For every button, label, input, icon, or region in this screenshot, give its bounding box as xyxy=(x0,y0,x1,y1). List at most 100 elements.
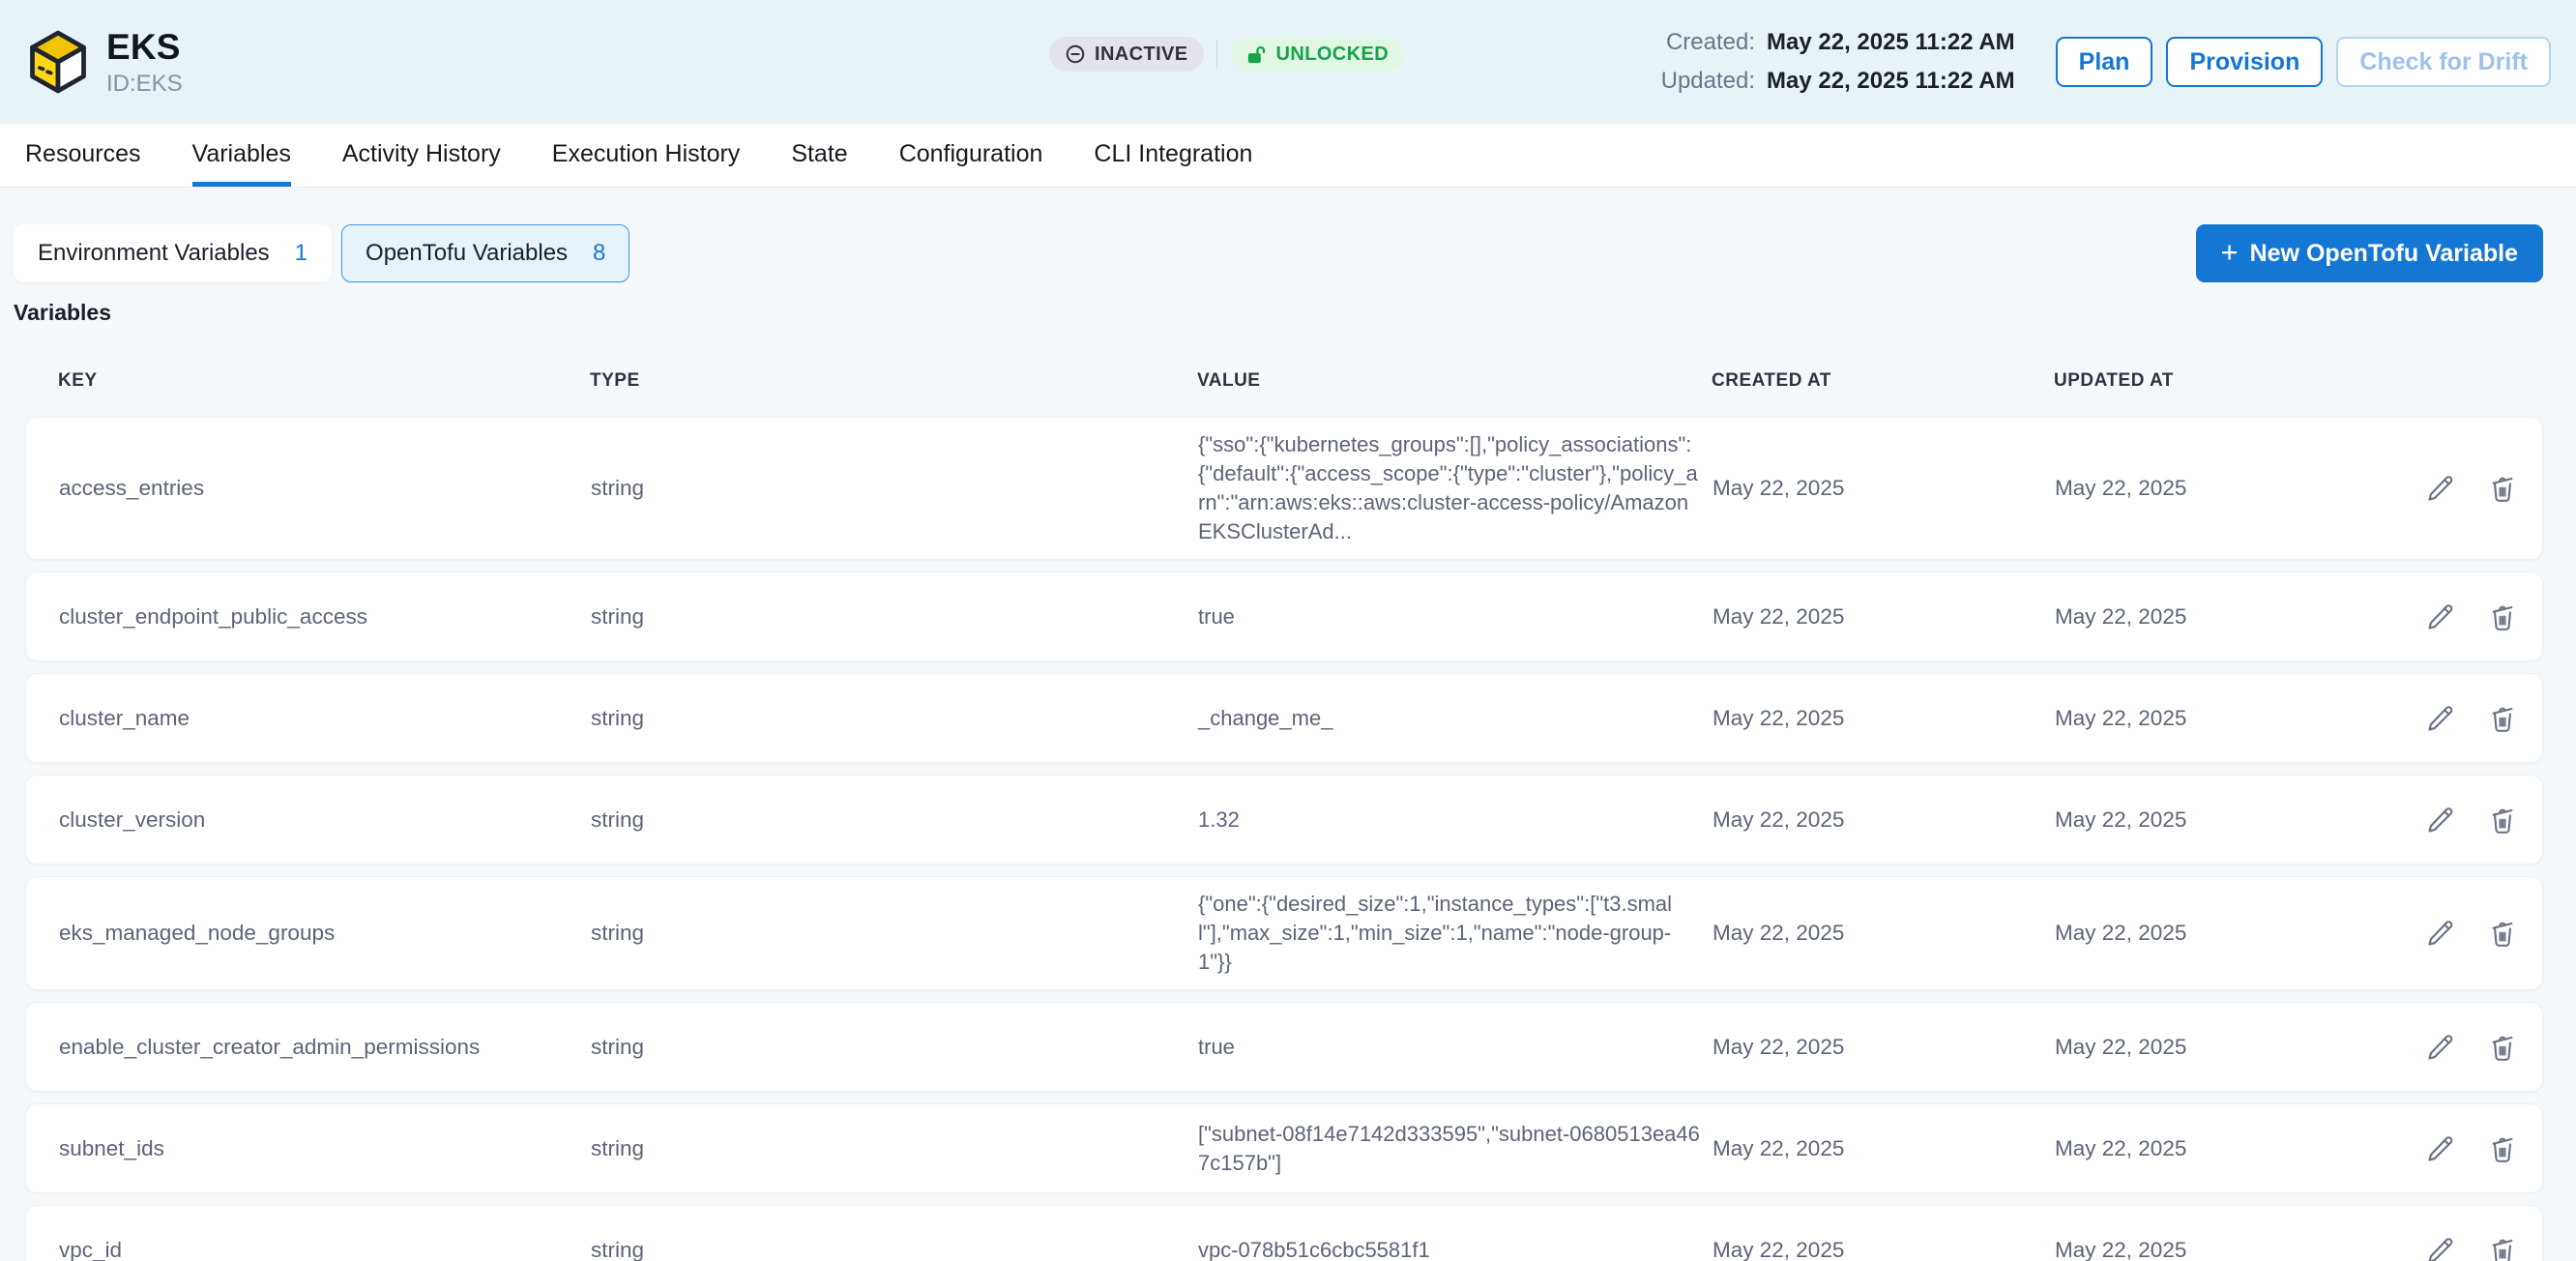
provision-button[interactable]: Provision xyxy=(2166,37,2323,87)
tab-resources[interactable]: Resources xyxy=(25,124,141,187)
column-header-updated-at: UPDATED AT xyxy=(2054,370,2422,392)
delete-variable-button[interactable] xyxy=(2485,1030,2520,1065)
variable-updated-at: May 22, 2025 xyxy=(2055,1238,2423,1261)
trash-icon xyxy=(2486,1132,2519,1165)
variable-key: cluster_version xyxy=(59,807,591,833)
variable-type: string xyxy=(591,604,1198,630)
trash-icon xyxy=(2486,804,2519,836)
variable-value: vpc-078b51c6cbc5581f1 xyxy=(1198,1236,1712,1261)
updated-value: May 22, 2025 11:22 AM xyxy=(1767,68,2015,95)
page-header: EKS ID:EKS INACTIVE UNLOCKED Created: Ma… xyxy=(0,0,2576,124)
edit-variable-button[interactable] xyxy=(2423,1233,2458,1261)
workspace-brand: EKS ID:EKS xyxy=(25,27,183,98)
variable-updated-at: May 22, 2025 xyxy=(2055,706,2423,731)
trash-icon xyxy=(2486,1031,2519,1064)
delete-variable-button[interactable] xyxy=(2485,471,2520,506)
variable-updated-at: May 22, 2025 xyxy=(2055,604,2423,630)
delete-variable-button[interactable] xyxy=(2485,701,2520,736)
created-value: May 22, 2025 11:22 AM xyxy=(1767,29,2015,56)
variable-value: {"one":{"desired_size":1,"instance_types… xyxy=(1198,890,1712,977)
plan-button[interactable]: Plan xyxy=(2056,37,2153,87)
pencil-icon xyxy=(2424,702,2457,735)
trash-icon xyxy=(2486,601,2519,633)
environment-variables-count: 1 xyxy=(295,240,307,267)
variable-key: eks_managed_node_groups xyxy=(59,921,591,946)
edit-variable-button[interactable] xyxy=(2423,1131,2458,1166)
variable-type: string xyxy=(591,921,1198,946)
variable-row: eks_managed_node_groups string {"one":{"… xyxy=(25,876,2543,990)
edit-variable-button[interactable] xyxy=(2423,471,2458,506)
variable-row: access_entries string {"sso":{"kubernete… xyxy=(25,417,2543,560)
edit-variable-button[interactable] xyxy=(2423,916,2458,951)
variable-value: ["subnet-08f14e7142d333595","subnet-0680… xyxy=(1198,1120,1712,1178)
variable-row: cluster_name string _change_me_ May 22, … xyxy=(25,673,2543,763)
opentofu-variables-label: OpenTofu Variables xyxy=(366,240,568,267)
tab-cli-integration[interactable]: CLI Integration xyxy=(1094,124,1252,187)
variable-type: string xyxy=(591,1035,1198,1060)
variable-type: string xyxy=(591,1136,1198,1161)
environment-variables-pill[interactable]: Environment Variables 1 xyxy=(14,224,332,282)
variables-table: access_entries string {"sso":{"kubernete… xyxy=(25,417,2543,1261)
tab-execution-history[interactable]: Execution History xyxy=(552,124,741,187)
variable-created-at: May 22, 2025 xyxy=(1712,807,2055,833)
variable-row: enable_cluster_creator_admin_permissions… xyxy=(25,1002,2543,1092)
page-title: EKS xyxy=(106,27,183,68)
delete-variable-button[interactable] xyxy=(2485,916,2520,951)
variable-type: string xyxy=(591,476,1198,501)
variable-key: vpc_id xyxy=(59,1238,591,1261)
unlocked-padlock-icon xyxy=(1245,44,1268,66)
tab-activity-history[interactable]: Activity History xyxy=(342,124,501,187)
pencil-icon xyxy=(2424,472,2457,505)
edit-variable-button[interactable] xyxy=(2423,1030,2458,1065)
variable-created-at: May 22, 2025 xyxy=(1712,1035,2055,1060)
column-header-value: VALUE xyxy=(1197,370,1712,392)
variable-row: cluster_version string 1.32 May 22, 2025… xyxy=(25,775,2543,865)
tab-state[interactable]: State xyxy=(791,124,847,187)
variable-value: _change_me_ xyxy=(1198,704,1712,733)
variable-created-at: May 22, 2025 xyxy=(1712,476,2055,501)
variable-updated-at: May 22, 2025 xyxy=(2055,1035,2423,1060)
variable-created-at: May 22, 2025 xyxy=(1712,706,2055,731)
variable-key: enable_cluster_creator_admin_permissions xyxy=(59,1035,591,1060)
column-header-key: KEY xyxy=(58,370,590,392)
delete-variable-button[interactable] xyxy=(2485,803,2520,837)
edit-variable-button[interactable] xyxy=(2423,600,2458,634)
variable-updated-at: May 22, 2025 xyxy=(2055,921,2423,946)
circle-minus-icon xyxy=(1065,44,1086,65)
variable-row: vpc_id string vpc-078b51c6cbc5581f1 May … xyxy=(25,1205,2543,1261)
variable-key: subnet_ids xyxy=(59,1136,591,1161)
header-actions: Plan Provision Check for Drift xyxy=(2056,37,2551,87)
badge-divider xyxy=(1216,40,1217,69)
variable-created-at: May 22, 2025 xyxy=(1712,604,2055,630)
variable-row: cluster_endpoint_public_access string tr… xyxy=(25,572,2543,661)
edit-variable-button[interactable] xyxy=(2423,803,2458,837)
variable-created-at: May 22, 2025 xyxy=(1712,921,2055,946)
variable-value: 1.32 xyxy=(1198,806,1712,835)
delete-variable-button[interactable] xyxy=(2485,1233,2520,1261)
edit-variable-button[interactable] xyxy=(2423,701,2458,736)
updated-label: Updated: xyxy=(1661,68,1755,95)
variable-value: true xyxy=(1198,602,1712,631)
new-opentofu-variable-button[interactable]: + New OpenTofu Variable xyxy=(2196,224,2543,282)
delete-variable-button[interactable] xyxy=(2485,1131,2520,1166)
pencil-icon xyxy=(2424,1031,2457,1064)
main-tabbar: Resources Variables Activity History Execut… xyxy=(0,124,2576,188)
variable-type: string xyxy=(591,807,1198,833)
cube-mascot-logo xyxy=(25,29,91,95)
environment-variables-label: Environment Variables xyxy=(38,240,270,267)
column-header-type: TYPE xyxy=(590,370,1197,392)
delete-variable-button[interactable] xyxy=(2485,600,2520,634)
pencil-icon xyxy=(2424,1132,2457,1165)
variable-type: string xyxy=(591,706,1198,731)
check-for-drift-button[interactable]: Check for Drift xyxy=(2336,37,2551,87)
status-badge: INACTIVE xyxy=(1049,37,1204,72)
variable-value: {"sso":{"kubernetes_groups":[],"policy_a… xyxy=(1198,430,1712,546)
trash-icon xyxy=(2486,917,2519,950)
tab-variables[interactable]: Variables xyxy=(192,124,291,187)
pencil-icon xyxy=(2424,917,2457,950)
variables-section-heading: Variables xyxy=(14,300,2543,326)
opentofu-variables-pill[interactable]: OpenTofu Variables 8 xyxy=(341,224,629,282)
plus-icon: + xyxy=(2221,237,2239,267)
tab-configuration[interactable]: Configuration xyxy=(899,124,1043,187)
variables-page: Environment Variables 1 OpenTofu Variabl… xyxy=(0,188,2576,1261)
